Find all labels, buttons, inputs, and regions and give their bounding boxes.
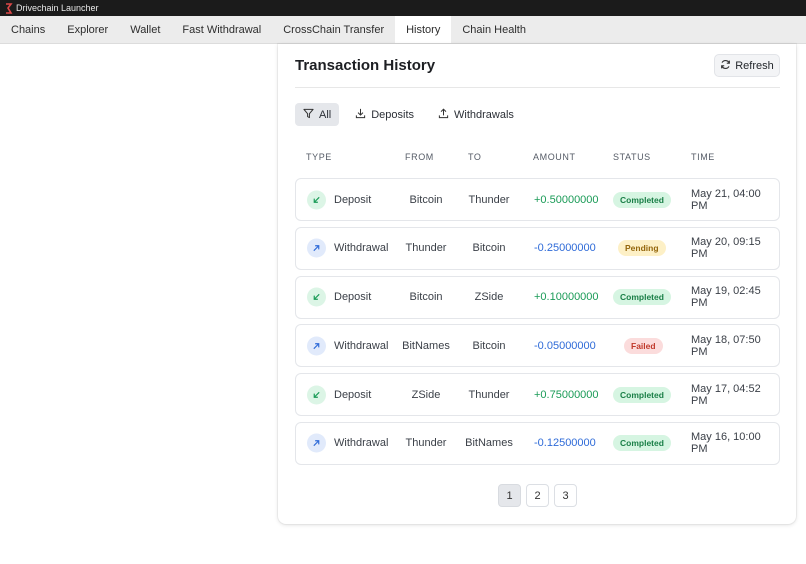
row-to: Thunder [468,193,510,206]
card-header: Transaction History Refresh [295,54,780,88]
row-from: Thunder [405,437,447,450]
tab-label: CrossChain Transfer [283,23,385,36]
upload-icon [438,107,449,122]
page-title: Transaction History [295,57,436,74]
status-badge: Failed [624,337,663,354]
tab-explorer[interactable]: Explorer [56,16,119,43]
row-amount: -0.12500000 [534,437,596,450]
window-title: Drivechain Launcher [16,3,99,13]
row-amount: -0.25000000 [534,242,596,255]
row-amount: +0.75000000 [534,388,599,401]
tab-label: Chain Health [462,23,526,36]
status-badge: Completed [613,435,671,452]
status-badge: Completed [613,386,671,403]
table-row[interactable]: Deposit Bitcoin ZSide +0.10000000 Comple… [295,275,780,319]
table-row[interactable]: Deposit ZSide Thunder +0.75000000 Comple… [295,373,780,417]
row-from: ZSide [411,388,441,401]
column-header-time: TIME [691,152,715,162]
page-button-3[interactable]: 3 [554,484,577,507]
filter-label: Withdrawals [454,108,514,121]
row-time: May 20, 09:15 PM [691,236,761,261]
row-type: Deposit [334,388,372,401]
row-time: May 17, 04:52 PM [691,382,761,407]
row-type: Deposit [334,291,372,304]
row-from: BitNames [402,339,450,352]
main-tabbar: Chains Explorer Wallet Fast Withdrawal C… [0,16,806,44]
row-to: Thunder [468,388,510,401]
drivechain-logo-icon [4,2,13,14]
row-type: Withdrawal [334,339,389,352]
row-to: ZSide [474,291,504,304]
row-from: Thunder [405,242,447,255]
row-time: May 18, 07:50 PM [691,333,761,358]
refresh-label: Refresh [735,59,774,72]
filter-label: Deposits [371,108,415,121]
page-button-2[interactable]: 2 [526,484,549,507]
tab-chains[interactable]: Chains [0,16,56,43]
row-to: Bitcoin [472,242,506,255]
tab-chain-health[interactable]: Chain Health [451,16,537,43]
tab-fast-withdrawal[interactable]: Fast Withdrawal [171,16,272,43]
tab-history[interactable]: History [395,16,452,43]
column-header-to: TO [468,152,482,162]
row-type: Withdrawal [334,437,389,450]
withdrawal-arrow-icon [307,433,326,453]
download-icon [355,108,366,122]
table-row[interactable]: Withdrawal BitNames Bitcoin -0.05000000 … [295,324,780,368]
withdrawal-arrow-icon [307,336,326,356]
row-time: May 19, 02:45 PM [691,285,761,310]
row-type: Withdrawal [334,242,389,255]
refresh-button[interactable]: Refresh [714,54,780,77]
filter-deposits-button[interactable]: Deposits [347,103,422,126]
table-row[interactable]: Deposit Bitcoin Thunder +0.50000000 Comp… [295,178,780,221]
tab-label: History [406,23,441,36]
tab-crosschain-transfer[interactable]: CrossChain Transfer [272,16,395,43]
page-button-1[interactable]: 1 [498,484,521,507]
tab-label: Wallet [130,23,161,36]
table-header: TYPE FROM TO AMOUNT STATUS TIME [295,152,780,164]
filter-all-button[interactable]: All [295,103,340,126]
tab-wallet[interactable]: Wallet [119,16,171,43]
window-titlebar: Drivechain Launcher [0,0,806,16]
tab-label: Fast Withdrawal [182,23,262,36]
column-header-from: FROM [405,152,434,162]
row-amount: -0.05000000 [534,339,596,352]
column-header-amount: AMOUNT [533,152,576,162]
column-header-type: TYPE [306,152,332,162]
status-badge: Pending [618,240,666,257]
transaction-list: Deposit Bitcoin Thunder +0.50000000 Comp… [295,178,780,471]
deposit-arrow-icon [307,287,326,307]
row-time: May 16, 10:00 PM [691,431,761,456]
table-row[interactable]: Withdrawal Thunder BitNames -0.12500000 … [295,421,780,465]
withdrawal-arrow-icon [307,238,326,258]
refresh-icon [720,59,731,73]
row-to: Bitcoin [472,339,506,352]
filter-withdrawals-button[interactable]: Withdrawals [430,103,522,126]
filter-icon [303,108,314,122]
filter-group: All Deposits Withdrawals [295,103,522,126]
row-from: Bitcoin [409,291,443,304]
row-type: Deposit [334,193,372,206]
row-amount: +0.10000000 [534,291,599,304]
deposit-arrow-icon [307,385,326,405]
status-badge: Completed [613,289,671,306]
row-time: May 21, 04:00 PM [691,187,761,212]
deposit-arrow-icon [307,190,326,209]
filter-label: All [319,108,332,121]
row-to: BitNames [465,437,513,450]
status-badge: Completed [613,191,671,208]
pagination: 1 2 3 [498,484,577,507]
table-row[interactable]: Withdrawal Thunder Bitcoin -0.25000000 P… [295,226,780,270]
row-from: Bitcoin [409,193,443,206]
transaction-history-card: Transaction History Refresh All Deposits… [278,44,796,524]
column-header-status: STATUS [613,152,651,162]
row-amount: +0.50000000 [534,193,599,206]
tab-label: Explorer [67,23,109,36]
tab-label: Chains [11,23,46,36]
